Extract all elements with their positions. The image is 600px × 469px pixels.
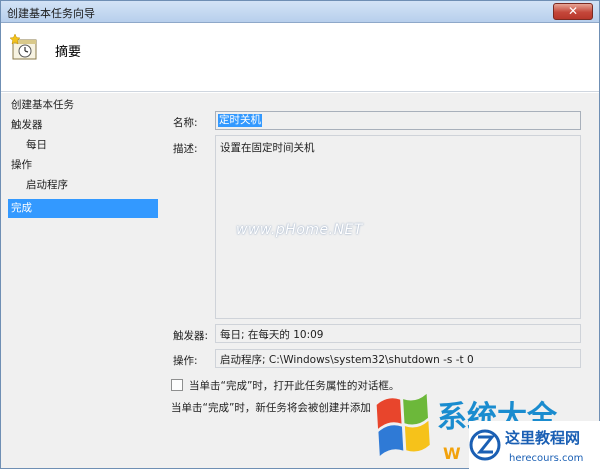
logo-left-small: W [443, 444, 461, 463]
window-title: 创建基本任务向导 [7, 7, 95, 20]
close-button[interactable]: ✕ [553, 3, 593, 20]
step-daily[interactable]: 每日 [26, 136, 156, 155]
page-title: 摘要 [55, 45, 82, 60]
description-field[interactable]: 设置在固定时间关机 www.pHome.NET [215, 135, 581, 319]
step-start-program[interactable]: 启动程序 [26, 176, 156, 195]
task-clock-icon [10, 33, 37, 60]
action-field: 启动程序; C:\Windows\system32\shutdown -s -t… [215, 349, 581, 368]
step-action[interactable]: 操作 [11, 156, 156, 175]
site-url: herecours.com [509, 453, 583, 464]
title-bar[interactable]: 创建基本任务向导 ✕ [1, 1, 599, 23]
trigger-label: 触发器: [173, 330, 209, 342]
watermark: www.pHome.NET [236, 222, 363, 238]
task-wizard-window: 创建基本任务向导 ✕ 摘要 创建基本任务 触发器 每日 操作 启动程序 完成 名… [0, 0, 600, 469]
site-title: 这里教程网 [505, 429, 580, 447]
description-value: 设置在固定时间关机 [220, 142, 315, 154]
site-logo: 这里教程网 herecours.com [469, 421, 600, 469]
wizard-steps: 创建基本任务 触发器 每日 操作 启动程序 完成 [1, 93, 163, 468]
name-field[interactable]: 定时关机 [215, 111, 581, 130]
description-label: 描述: [173, 143, 198, 155]
trigger-value: 每日; 在每天的 10:09 [220, 329, 324, 341]
name-label: 名称: [173, 117, 198, 129]
step-finish[interactable]: 完成 [8, 199, 158, 218]
step-trigger[interactable]: 触发器 [11, 116, 156, 135]
open-properties-checkbox[interactable] [171, 379, 183, 391]
name-value: 定时关机 [218, 114, 262, 127]
wizard-header: 摘要 [1, 24, 599, 92]
action-value: 启动程序; C:\Windows\system32\shutdown -s -t… [220, 354, 474, 366]
step-create-basic-task[interactable]: 创建基本任务 [11, 96, 156, 115]
finish-note: 当单击“完成”时，新任务将会被创建并添加 [171, 402, 371, 414]
trigger-field: 每日; 在每天的 10:09 [215, 324, 581, 343]
action-label: 操作: [173, 355, 198, 367]
